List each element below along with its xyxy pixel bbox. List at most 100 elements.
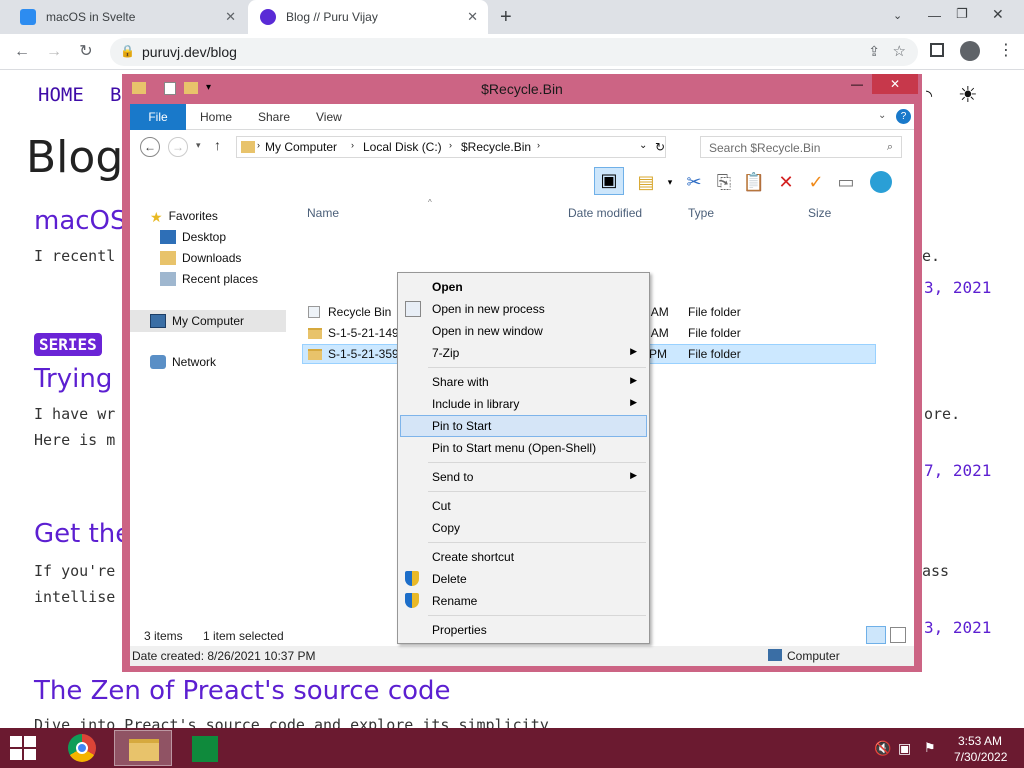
path-chevron-icon[interactable]: › <box>351 140 354 150</box>
paste-icon[interactable]: 📋 <box>742 170 766 194</box>
restore-browser-icon[interactable]: ❐ <box>956 6 968 22</box>
forward-arrow-icon[interactable]: → <box>44 42 64 62</box>
nav-favorites[interactable]: ★ Favorites <box>150 209 218 225</box>
path-chevron-icon[interactable]: › <box>537 140 540 150</box>
preview-pane-icon[interactable]: ▣ <box>594 167 624 195</box>
menu-label: Rename <box>432 594 478 608</box>
nav-home-link[interactable]: HOME <box>38 84 84 106</box>
close-browser-icon[interactable]: ✕ <box>992 6 1004 23</box>
taskbar-store[interactable] <box>176 730 234 766</box>
new-tab-button[interactable]: + <box>500 6 512 29</box>
theme-toggle-sun-icon[interactable]: ☀ <box>958 82 978 108</box>
side-panel-icon[interactable] <box>930 43 944 57</box>
path-segment-computer[interactable]: My Computer <box>265 140 337 154</box>
menu-item-include-in-library[interactable]: Include in library ▶ <box>400 393 647 415</box>
tab-macos-in-svelte[interactable]: macOS in Svelte ✕ <box>8 0 246 34</box>
post-title-1[interactable]: macOS <box>34 206 127 236</box>
menu-item-properties[interactable]: Properties <box>400 619 647 641</box>
nav-desktop[interactable]: Desktop <box>160 230 226 244</box>
url-text[interactable]: puruvj.dev/blog <box>142 44 237 60</box>
column-size[interactable]: Size <box>808 206 831 220</box>
column-name[interactable]: Name <box>307 206 339 220</box>
menu-item-create-shortcut[interactable]: Create shortcut <box>400 546 647 568</box>
column-date-modified[interactable]: Date modified <box>568 206 642 220</box>
profile-avatar-icon[interactable] <box>960 41 980 61</box>
properties-toolbar-icon[interactable]: ▭ <box>834 170 858 194</box>
menu-label: Pin to Start <box>432 419 492 433</box>
menu-item-pin-to-start-menu[interactable]: Pin to Start menu (Open-Shell) <box>400 437 647 459</box>
nav-downloads[interactable]: Downloads <box>160 251 241 265</box>
column-type[interactable]: Type <box>688 206 714 220</box>
tab-view[interactable]: View <box>316 104 342 130</box>
bookmark-star-icon[interactable]: ☆ <box>893 42 906 60</box>
close-tab-icon[interactable]: ✕ <box>467 9 478 25</box>
menu-item-share-with[interactable]: Share with ▶ <box>400 371 647 393</box>
minimize-browser-icon[interactable]: — <box>928 8 941 23</box>
globe-icon[interactable] <box>870 171 892 193</box>
menu-item-open-new-process[interactable]: Open in new process <box>400 298 647 320</box>
action-center-icon[interactable]: ⚑ <box>924 740 936 756</box>
cut-icon[interactable]: ✂ <box>682 170 706 194</box>
path-segment-local-disk[interactable]: Local Disk (C:) <box>363 140 442 154</box>
tab-home[interactable]: Home <box>200 104 232 130</box>
tab-file[interactable]: File <box>130 104 186 130</box>
menu-item-delete[interactable]: Delete <box>400 568 647 590</box>
path-chevron-icon[interactable]: › <box>449 140 452 150</box>
path-chevron-icon[interactable]: › <box>257 140 260 150</box>
reload-icon[interactable]: ↻ <box>76 42 96 62</box>
delete-icon[interactable]: ✕ <box>774 170 798 194</box>
chrome-menu-icon[interactable]: ⋮ <box>998 40 1014 60</box>
close-button[interactable]: ✕ <box>872 74 918 94</box>
search-icon[interactable]: ⌕ <box>887 141 893 154</box>
explorer-titlebar[interactable]: ▾ $Recycle.Bin — ☐ ✕ <box>122 74 922 104</box>
clock-date[interactable]: 7/30/2022 <box>954 750 1007 764</box>
up-arrow-icon[interactable]: ↑ <box>214 137 221 153</box>
menu-item-7zip[interactable]: 7-Zip ▶ <box>400 342 647 364</box>
nav-my-computer[interactable]: My Computer <box>130 310 286 332</box>
network-tray-icon[interactable]: ▣ <box>898 740 911 757</box>
path-segment-recycle-bin[interactable]: $Recycle.Bin <box>461 140 531 154</box>
view-options-icon[interactable]: ▤ <box>634 170 658 194</box>
address-dropdown-icon[interactable]: ⌄ <box>639 140 647 151</box>
back-icon[interactable]: ← <box>140 137 160 157</box>
menu-item-rename[interactable]: Rename <box>400 590 647 612</box>
copy-icon[interactable]: ⎘ <box>712 170 736 194</box>
nav-network[interactable]: Network <box>150 355 216 369</box>
clock-time[interactable]: 3:53 AM <box>958 734 1002 748</box>
expand-ribbon-icon[interactable]: ⌄ <box>878 110 886 121</box>
menu-item-copy[interactable]: Copy <box>400 517 647 539</box>
large-icons-view-icon[interactable] <box>890 627 906 643</box>
volume-muted-icon[interactable]: 🔇 <box>874 740 891 757</box>
menu-item-cut[interactable]: Cut <box>400 495 647 517</box>
menu-item-pin-to-start[interactable]: Pin to Start <box>400 415 647 437</box>
post-title-2[interactable]: Trying <box>34 364 112 394</box>
help-icon[interactable]: ? <box>896 109 911 124</box>
recent-locations-icon[interactable]: ▾ <box>196 140 201 151</box>
tab-share[interactable]: Share <box>258 104 290 130</box>
address-path[interactable]: › My Computer › Local Disk (C:) › $Recyc… <box>236 136 666 158</box>
forward-icon[interactable]: → <box>168 137 188 157</box>
tab-search-icon[interactable]: ⌄ <box>893 9 902 22</box>
details-view-icon[interactable] <box>866 626 886 644</box>
minimize-button[interactable]: — <box>844 74 870 94</box>
start-button[interactable] <box>8 736 40 760</box>
nav-recent-places[interactable]: Recent places <box>160 272 258 286</box>
refresh-icon[interactable]: ↻ <box>655 140 665 154</box>
close-tab-icon[interactable]: ✕ <box>225 9 236 25</box>
search-field[interactable]: Search $Recycle.Bin ⌕ <box>700 136 902 158</box>
menu-item-send-to[interactable]: Send to ▶ <box>400 466 647 488</box>
menu-item-open-new-window[interactable]: Open in new window <box>400 320 647 342</box>
post-title-4[interactable]: The Zen of Preact's source code <box>34 676 451 706</box>
taskbar-chrome[interactable] <box>54 730 112 766</box>
post-title-3[interactable]: Get the <box>34 519 131 549</box>
back-arrow-icon[interactable]: ← <box>12 42 32 62</box>
nav-blog-link[interactable]: B <box>110 84 121 106</box>
select-check-icon[interactable]: ✓ <box>804 170 828 194</box>
view-dropdown-icon[interactable]: ▾ <box>658 170 682 194</box>
rss-icon[interactable]: ◝ <box>926 86 932 106</box>
tab-blog[interactable]: Blog // Puru Vijay ✕ <box>248 0 488 34</box>
menu-item-open[interactable]: Open <box>400 276 647 298</box>
omnibox[interactable]: 🔒 puruvj.dev/blog ⇪ ☆ <box>110 38 918 66</box>
share-icon[interactable]: ⇪ <box>868 43 880 60</box>
taskbar-explorer[interactable] <box>114 730 172 766</box>
